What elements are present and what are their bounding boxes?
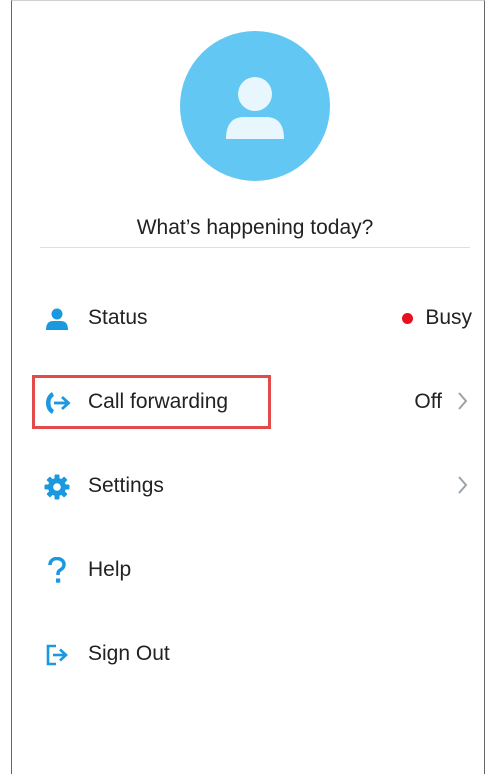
sign-out-label: Sign Out	[88, 642, 170, 665]
chevron-right-icon	[458, 476, 468, 494]
person-icon	[226, 77, 284, 139]
call-forwarding-highlight-box	[32, 375, 271, 429]
mood-message[interactable]: What’s happening today?	[40, 208, 470, 248]
call-forwarding-value: Off	[414, 390, 442, 413]
avatar[interactable]	[180, 31, 330, 181]
status-label: Status	[88, 306, 148, 329]
status-value: Busy	[425, 306, 472, 329]
menu-item-settings[interactable]: Settings	[0, 444, 487, 528]
menu-item-status[interactable]: Status Busy	[0, 276, 487, 360]
busy-status-dot	[402, 313, 413, 324]
chevron-right-icon	[458, 392, 468, 410]
help-label: Help	[88, 558, 132, 581]
menu-item-help[interactable]: Help	[0, 528, 487, 612]
question-icon	[42, 556, 72, 586]
gear-icon	[42, 472, 72, 502]
settings-label: Settings	[88, 474, 164, 497]
person-icon	[42, 304, 72, 334]
sign-out-icon	[42, 640, 72, 670]
menu-item-sign-out[interactable]: Sign Out	[0, 612, 487, 696]
